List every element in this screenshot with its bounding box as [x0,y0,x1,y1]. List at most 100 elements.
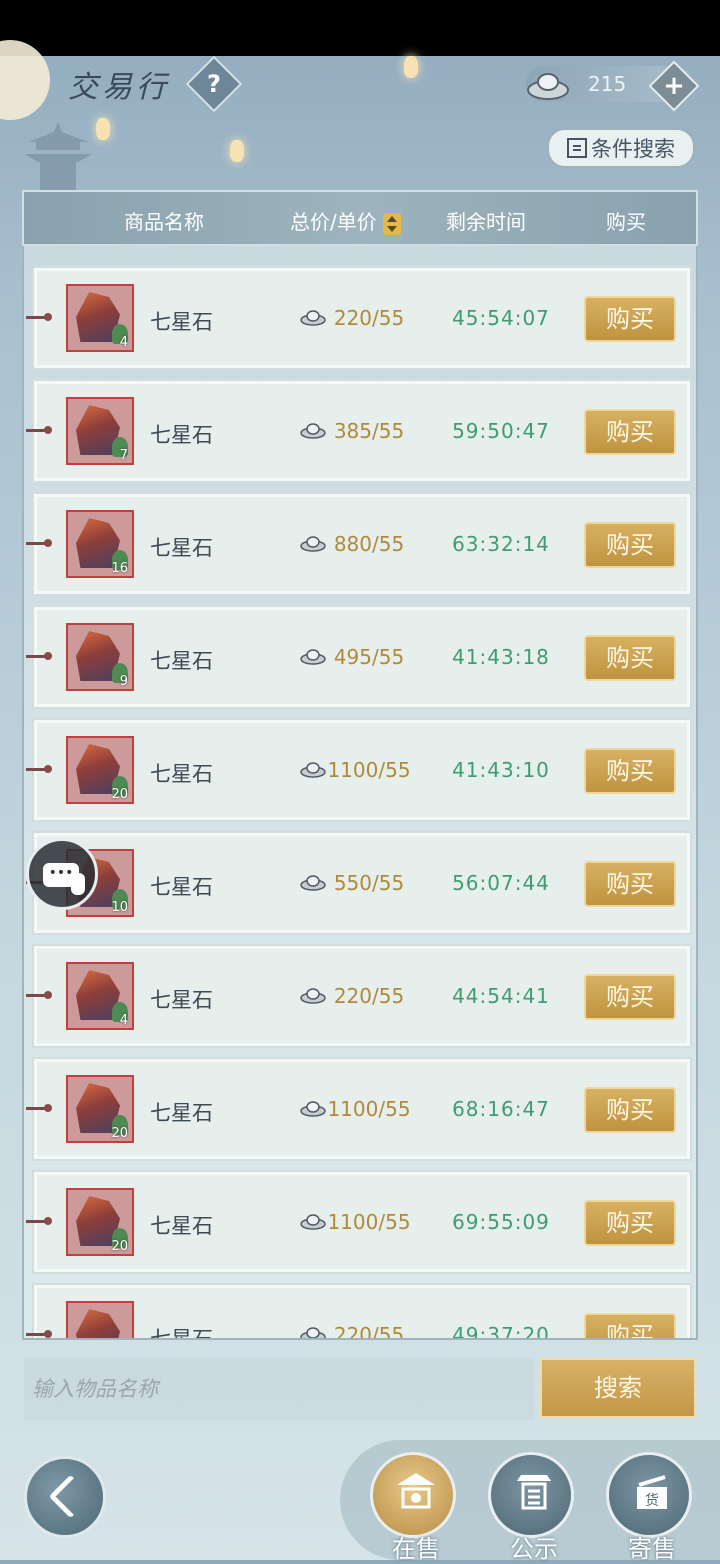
goods-badge-label: 货 [645,1492,659,1509]
remaining-time: 41:43:10 [452,758,550,782]
listing-row[interactable]: 9 七星石 495/55 41:43:18 购买 [26,605,692,709]
listing-row[interactable]: 20 七星石 1100/55 41:43:10 购买 [26,718,692,822]
column-header-buy: 购买 [606,210,646,234]
item-quantity: 20 [111,1239,128,1254]
seven-star-stone-icon [76,1309,120,1338]
item-quantity: 20 [111,1126,128,1141]
item-quantity: 9 [119,674,128,689]
nav-on-sale[interactable]: 在售 [370,1452,456,1563]
item-name: 七星石 [150,649,213,673]
item-name: 七星石 [150,536,213,560]
row-pin-decoration [26,652,52,660]
column-header-price-label: 总价/单价 [290,210,377,234]
silver-ingot-icon [300,423,326,439]
item-price: 385/55 [333,419,405,443]
listing-list[interactable]: 4 七星石 220/55 45:54:07 购买 7 七星石 385/55 59… [22,250,698,1338]
item-name: 七星石 [150,1323,213,1338]
silver-ingot-icon [300,762,326,778]
silver-ingot-icon [300,1101,326,1117]
listing-row[interactable]: 4 七星石 220/55 49:37:20 购买 [26,1283,692,1338]
item-name: 七星石 [150,762,213,786]
nav-notice-label: 公示 [510,1535,558,1563]
search-input[interactable] [24,1358,534,1420]
page-title: 交易行 [68,70,170,105]
back-button[interactable] [24,1456,106,1538]
listing-row[interactable]: 20 七星石 1100/55 69:55:09 购买 [26,1170,692,1274]
filter-icon [567,138,587,158]
item-icon[interactable]: 20 [66,736,134,804]
add-currency-button[interactable]: + [648,60,700,112]
listing-row[interactable]: 16 七星石 880/55 63:32:14 购买 [26,492,692,596]
item-name: 七星石 [150,423,213,447]
buy-button[interactable]: 购买 [584,974,676,1020]
row-pin-decoration [26,313,52,321]
lantern-decoration [404,56,418,78]
help-button[interactable]: ? [185,55,243,113]
item-price: 1100/55 [327,758,411,782]
remaining-time: 41:43:18 [452,645,550,669]
sort-icon[interactable] [383,212,402,235]
silver-ingot-icon [300,649,326,665]
listing-row[interactable]: 10 七星石 550/55 56:07:44 购买 [26,831,692,935]
nav-consign[interactable]: 货 寄售 [606,1452,692,1563]
silver-ingot-icon [300,310,326,326]
nav-notice[interactable]: 公示 [488,1452,574,1563]
silver-ingot-icon [300,875,326,891]
item-quantity: 10 [111,900,128,915]
item-icon[interactable]: 7 [66,397,134,465]
buy-button[interactable]: 购买 [584,748,676,794]
search-button[interactable]: 搜索 [540,1358,696,1418]
item-quantity: 7 [119,448,128,463]
filter-search-label: 条件搜索 [591,137,675,161]
item-quantity: 16 [111,561,128,576]
item-price: 550/55 [333,871,405,895]
listing-row[interactable]: 7 七星石 385/55 59:50:47 购买 [26,379,692,483]
question-mark-icon: ? [207,70,221,98]
item-name: 七星石 [150,988,213,1012]
item-icon[interactable]: 20 [66,1075,134,1143]
row-pin-decoration [26,1330,52,1338]
filter-search-button[interactable]: 条件搜索 [547,128,695,168]
item-price: 220/55 [333,306,405,330]
nav-on-sale-label: 在售 [392,1535,440,1563]
shop-pavilion-icon [397,1473,435,1509]
buy-button[interactable]: 购买 [584,635,676,681]
item-name: 七星石 [150,310,213,334]
remaining-time: 56:07:44 [452,871,550,895]
item-name: 七星石 [150,875,213,899]
item-price: 880/55 [333,532,405,556]
buy-button[interactable]: 购买 [584,409,676,455]
silver-ingot-icon [300,1327,326,1338]
item-icon[interactable]: 4 [66,1301,134,1338]
row-pin-decoration [26,1217,52,1225]
plus-icon: + [663,71,685,101]
listing-row[interactable]: 4 七星石 220/55 45:54:07 购买 [26,266,692,370]
item-quantity: 20 [111,787,128,802]
lantern-decoration [230,140,244,162]
item-icon[interactable]: 16 [66,510,134,578]
buy-button[interactable]: 购买 [584,296,676,342]
silver-ingot-icon [300,536,326,552]
column-header-name: 商品名称 [124,210,204,234]
table-header: 商品名称 总价/单价 剩余时间 购买 [22,190,698,246]
buy-button[interactable]: 购买 [584,1200,676,1246]
silver-ingot-icon [300,1214,326,1230]
column-header-price[interactable]: 总价/单价 [290,206,402,235]
buy-button[interactable]: 购买 [584,861,676,907]
remaining-time: 44:54:41 [452,984,550,1008]
listing-row[interactable]: 4 七星石 220/55 44:54:41 购买 [26,944,692,1048]
chat-button[interactable] [26,838,98,910]
item-price: 1100/55 [327,1097,411,1121]
item-icon[interactable]: 20 [66,1188,134,1256]
listing-row[interactable]: 20 七星石 1100/55 68:16:47 购买 [26,1057,692,1161]
buy-button[interactable]: 购买 [584,1313,676,1338]
buy-button[interactable]: 购买 [584,1087,676,1133]
hand-icon [71,873,85,895]
item-icon[interactable]: 4 [66,962,134,1030]
item-icon[interactable]: 4 [66,284,134,352]
goods-box-icon: 货 [637,1475,667,1509]
buy-button[interactable]: 购买 [584,522,676,568]
currency-value: 215 [588,72,627,96]
item-icon[interactable]: 9 [66,623,134,691]
remaining-time: 49:37:20 [452,1323,550,1338]
